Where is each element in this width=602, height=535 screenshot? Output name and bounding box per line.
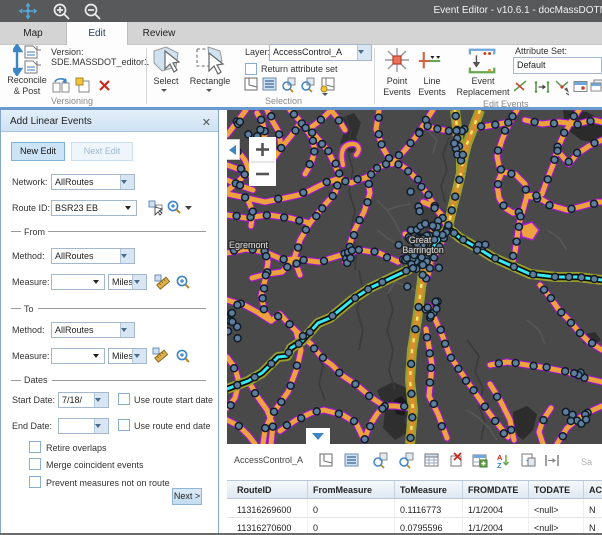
svg-text:Egremont: Egremont (229, 240, 269, 250)
svg-text:Sa: Sa (581, 457, 592, 467)
svg-text:Great: Great (409, 235, 432, 245)
svg-text:Barrington: Barrington (402, 245, 444, 255)
svg-text:Z: Z (497, 461, 502, 469)
